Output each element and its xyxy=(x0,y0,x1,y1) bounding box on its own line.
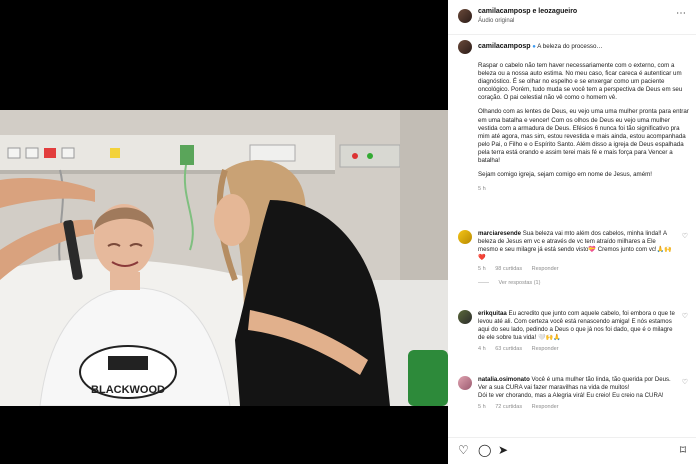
header-usernames[interactable]: camilacamposp e leozagueiro xyxy=(478,8,577,15)
cape-text: BLACKWOOD xyxy=(91,384,165,396)
comment-time: 5 h xyxy=(478,404,486,410)
heart-icon[interactable]: ♡ xyxy=(682,378,688,386)
caption-avatar[interactable] xyxy=(458,40,472,54)
video-frame[interactable]: BLACKWOOD xyxy=(0,110,448,406)
comment-meta: 5 h 98 curtidas Responder xyxy=(478,265,676,273)
comment-username[interactable]: natalia.osimonato xyxy=(478,376,530,383)
heart-icon[interactable]: ♡ xyxy=(682,312,688,320)
action-bar: ♡ ◯ ➤ ⌑ xyxy=(448,437,696,464)
hospital-scene-image: BLACKWOOD xyxy=(0,110,448,406)
comment-likes[interactable]: 98 curtidas xyxy=(495,266,522,272)
post-media[interactable]: BLACKWOOD xyxy=(0,0,448,464)
post-body: camilacamposp ● A beleza do processo… Ra… xyxy=(458,40,690,412)
reply-button[interactable]: Responder xyxy=(532,266,559,272)
comment-icon[interactable]: ◯ xyxy=(478,444,491,456)
comment-time: 5 h xyxy=(478,266,486,272)
caption-paragraph-3: Sejam comigo igreja, sejam comigo em nom… xyxy=(478,171,653,179)
comment-text: Eu acredito que junto com aquele cabelo,… xyxy=(478,310,675,341)
comment-likes[interactable]: 72 curtidas xyxy=(495,404,522,410)
heart-icon[interactable]: ♡ xyxy=(682,232,688,240)
caption-header: camilacamposp ● A beleza do processo… xyxy=(458,40,690,54)
view-replies[interactable]: —— Ver respostas (1) xyxy=(478,279,676,287)
audio-label[interactable]: Áudio original xyxy=(478,18,514,24)
comment-body: erikquitaa Eu acredito que junto com aqu… xyxy=(478,310,676,353)
post-panel: camilacamposp e leozagueiro Áudio origin… xyxy=(448,0,696,464)
share-icon[interactable]: ➤ xyxy=(498,444,508,456)
more-icon[interactable]: ⋯ xyxy=(676,8,686,19)
caption-paragraph-1: Raspar o cabelo não tem haver necessaria… xyxy=(478,62,683,102)
author-avatar[interactable] xyxy=(458,9,472,23)
caption-username[interactable]: camilacamposp xyxy=(478,43,531,50)
bookmark-icon[interactable]: ⌑ xyxy=(680,444,686,456)
comment-avatar[interactable] xyxy=(458,230,472,244)
caption-time: 5 h xyxy=(478,186,486,193)
post-header: camilacamposp e leozagueiro Áudio origin… xyxy=(448,0,696,35)
comment-likes[interactable]: 63 curtidas xyxy=(495,346,522,352)
comment-meta: 5 h 72 curtidas Responder xyxy=(478,403,676,411)
comment-body: natalia.osimonato Você é uma mulher tão … xyxy=(478,376,676,411)
reply-button[interactable]: Responder xyxy=(532,346,559,352)
heart-icon[interactable]: ♡ xyxy=(458,444,469,456)
comment-avatar[interactable] xyxy=(458,310,472,324)
comment-body: marciaresende Sua beleza vai mto além do… xyxy=(478,230,676,287)
comment-time: 4 h xyxy=(478,346,486,352)
comment-meta: 4 h 63 curtidas Responder xyxy=(478,345,676,353)
comment-avatar[interactable] xyxy=(458,376,472,390)
verified-icon: ● xyxy=(532,44,536,50)
view-replies-label: Ver respostas (1) xyxy=(498,280,541,286)
caption-title: A beleza do processo… xyxy=(537,43,603,50)
comment-username[interactable]: erikquitaa xyxy=(478,310,507,317)
reply-button[interactable]: Responder xyxy=(532,404,559,410)
caption-text: Raspar o cabelo não tem haver necessaria… xyxy=(458,62,690,193)
comment-username[interactable]: marciaresende xyxy=(478,230,521,237)
caption-paragraph-2: Olhando com as lentes de Deus, eu vejo u… xyxy=(478,108,689,165)
